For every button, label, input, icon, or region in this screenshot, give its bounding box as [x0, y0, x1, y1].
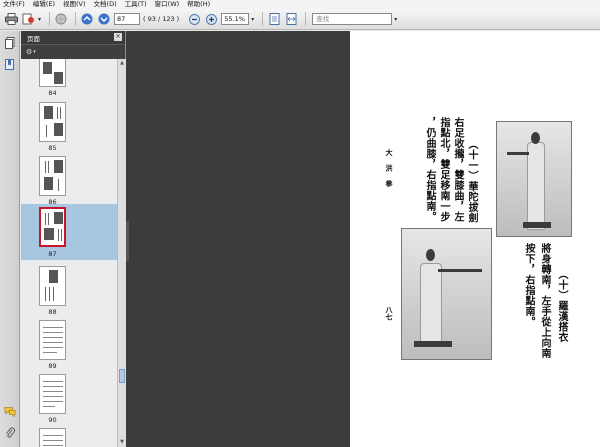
section-eleven-text-line: 指點北，雙足移南一步 — [438, 117, 449, 222]
scrollbar-thumb[interactable] — [119, 369, 125, 383]
pages-icon — [5, 37, 15, 49]
pdf-page: （十一）華陀拔劍 右足收攏，雙膝曲，左 指點北，雙足移南一步 ，仍曲膝，右指點南… — [350, 31, 600, 447]
fit-page-button[interactable] — [267, 12, 281, 26]
print-button[interactable] — [4, 12, 18, 26]
menu-view[interactable]: 视图(V) — [63, 0, 86, 9]
thumbnail-image — [39, 59, 66, 87]
thumbnail-image — [39, 374, 66, 414]
thumbnail-label: 88 — [48, 308, 57, 316]
speech-bubble-icon — [4, 406, 16, 417]
thumbnail-page-87[interactable]: 87 — [21, 204, 117, 260]
arrow-up-icon — [81, 13, 93, 25]
page-count-label: ( 93 / 123 ) — [143, 15, 180, 23]
zoom-level-input[interactable]: 55.1% — [221, 13, 250, 25]
plus-circle-icon — [205, 13, 217, 25]
toolbar-separator — [262, 12, 264, 26]
share-dropdown-arrow[interactable]: ▾ — [38, 16, 41, 23]
find-input[interactable]: 查找 — [312, 13, 393, 25]
page-number-input[interactable]: 87 — [114, 13, 141, 25]
thumbnail-image — [39, 156, 66, 196]
zoom-in-button[interactable] — [204, 12, 218, 26]
panel-header: 页面 × — [21, 31, 125, 44]
thumbnail-page-90[interactable]: 90 — [21, 371, 117, 425]
options-gear-icon[interactable]: ⚙ — [26, 48, 32, 56]
panel-close-button[interactable]: × — [114, 33, 122, 41]
options-dropdown-arrow[interactable]: ▾ — [33, 49, 36, 55]
menu-document[interactable]: 文档(D) — [94, 0, 117, 9]
menu-bar: 文件(F) 编辑(E) 视图(V) 文档(D) 工具(T) 窗口(W) 帮助(H… — [0, 0, 600, 9]
document-view[interactable]: （十一）華陀拔劍 右足收攏，雙膝曲，左 指點北，雙足移南一步 ，仍曲膝，右指點南… — [126, 31, 600, 447]
panel-options: ⚙ ▾ — [21, 44, 125, 59]
photo-figure-eleven — [496, 121, 572, 237]
thumbnail-image — [39, 102, 66, 142]
previous-page-button[interactable] — [80, 12, 94, 26]
section-eleven-title: （十一）華陀拔劍 — [466, 139, 477, 223]
bookmark-icon — [5, 59, 14, 70]
menu-edit[interactable]: 编辑(E) — [33, 0, 55, 9]
scroll-down-arrow[interactable]: ▼ — [119, 439, 125, 446]
arrow-down-icon — [98, 13, 110, 25]
thumbnail-list: 84 85 86 87 88 89 90 — [21, 59, 117, 447]
thumbnail-image — [39, 207, 66, 247]
thumbnail-scrollbar[interactable]: ▲ ▼ — [117, 59, 126, 447]
thumbnail-page-89[interactable]: 89 — [21, 317, 117, 371]
thumbnail-label: 84 — [48, 89, 57, 97]
paperclip-icon — [6, 427, 15, 438]
share-button[interactable] — [21, 12, 35, 26]
printer-icon — [4, 13, 18, 25]
menu-tools[interactable]: 工具(T) — [125, 0, 147, 9]
section-ten-title: （十）羅漢搭衣 — [556, 269, 567, 343]
thumbnail-image — [39, 266, 66, 306]
pdf-reader-window: 文件(F) 编辑(E) 视图(V) 文档(D) 工具(T) 窗口(W) 帮助(H… — [0, 0, 600, 447]
section-ten-text-line: 按下，右指點南。 — [523, 243, 534, 327]
toolbar: ▾ 87 ( 93 / 123 ) 55.1% ▾ 查找 ▾ — [0, 9, 600, 30]
menu-file[interactable]: 文件(F) — [3, 0, 25, 9]
attachments-panel-button[interactable] — [4, 427, 16, 439]
toolbar-separator — [49, 12, 51, 26]
bookmarks-panel-button[interactable] — [4, 59, 16, 71]
menu-window[interactable]: 窗口(W) — [155, 0, 180, 9]
next-page-button[interactable] — [97, 12, 111, 26]
scroll-up-arrow[interactable]: ▲ — [119, 60, 125, 67]
find-dropdown-arrow[interactable]: ▾ — [394, 16, 397, 23]
globe-button[interactable] — [54, 12, 68, 26]
navigation-strip — [0, 31, 20, 447]
section-eleven-text-line: ，仍曲膝，右指點南。 — [424, 117, 435, 222]
running-title: 大 洪 拳 — [385, 149, 394, 190]
fit-page-icon — [269, 13, 280, 25]
thumbnail-page-88[interactable]: 88 — [21, 263, 117, 317]
fit-width-icon — [286, 13, 297, 25]
thumbnail-label: 90 — [48, 416, 57, 424]
thumbnail-page-91[interactable] — [21, 425, 117, 447]
menu-help[interactable]: 帮助(H) — [187, 0, 210, 9]
panel-title: 页面 — [27, 34, 40, 43]
photo-figure-ten — [401, 228, 492, 360]
section-ten-text-line: 將身轉南，左手從上向南 — [539, 243, 550, 359]
minus-circle-icon — [188, 13, 200, 25]
thumbnail-label: 89 — [48, 362, 57, 370]
section-eleven-text-line: 右足收攏，雙膝曲，左 — [452, 117, 463, 222]
pages-panel-button[interactable] — [4, 37, 16, 49]
fit-width-button[interactable] — [284, 12, 298, 26]
page-number: 八七 — [385, 306, 394, 321]
panel-splitter-handle[interactable] — [126, 221, 129, 261]
globe-icon — [55, 13, 67, 25]
thumbnail-page-86[interactable]: 86 — [21, 153, 117, 207]
thumbnail-page-85[interactable]: 85 — [21, 99, 117, 153]
thumbnail-label: 87 — [48, 250, 57, 258]
thumbnail-label: 85 — [48, 144, 57, 152]
toolbar-separator — [305, 12, 307, 26]
document-share-icon — [22, 13, 34, 25]
pages-panel: 页面 × ⚙ ▾ 84 85 86 87 88 89 90 ▲ ▼ — [21, 31, 126, 447]
comments-panel-button[interactable] — [4, 405, 16, 417]
thumbnail-image — [39, 428, 66, 447]
toolbar-separator — [75, 12, 77, 26]
zoom-dropdown-arrow[interactable]: ▾ — [251, 16, 254, 23]
zoom-out-button[interactable] — [187, 12, 201, 26]
thumbnail-image — [39, 320, 66, 360]
